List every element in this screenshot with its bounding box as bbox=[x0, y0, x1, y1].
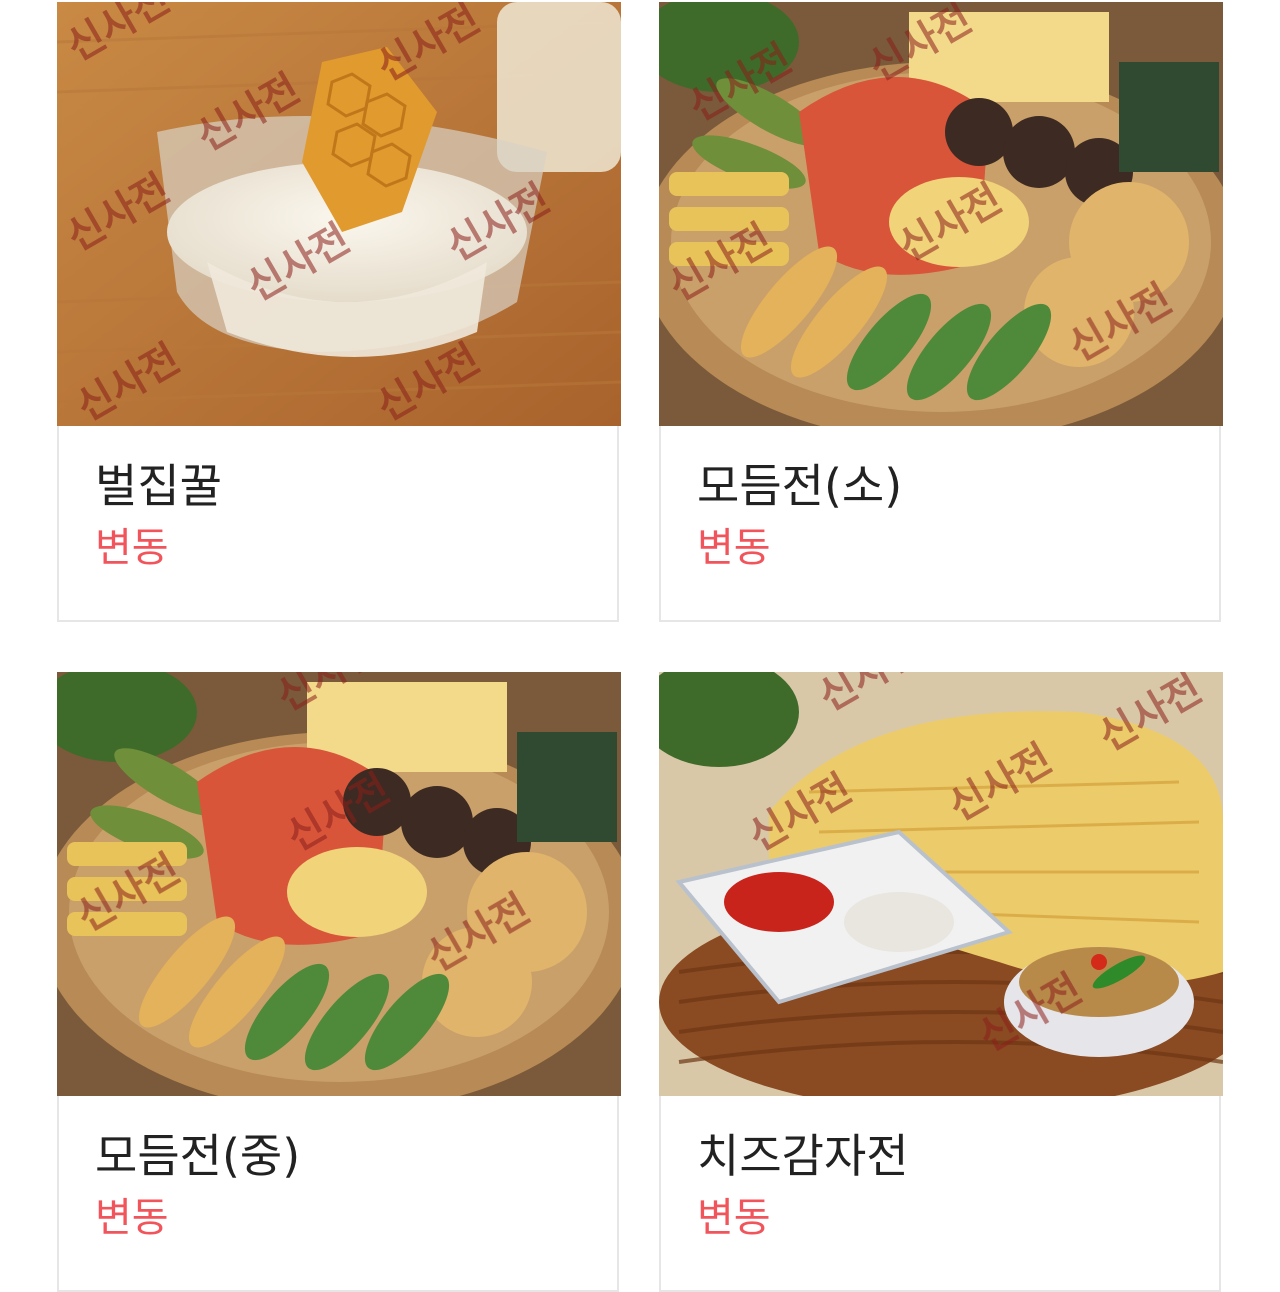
menu-item-price: 변동 bbox=[697, 1195, 771, 1241]
menu-item-price: 변동 bbox=[95, 525, 169, 571]
menu-item-name: 치즈감자전 bbox=[697, 1129, 909, 1183]
menu-card-info: 모듬전(중) 변동 bbox=[95, 1126, 597, 1244]
menu-item-name: 벌집꿀 bbox=[95, 459, 222, 513]
assorted-jeon-platter-photo: 신사전 신사전 신사전 신사전 신사전 bbox=[659, 2, 1223, 426]
menu-item-name: 모듬전(소) bbox=[697, 459, 903, 513]
menu-grid: 신사전 신사전 신사전 신사전 신사전 신사전 신사전 신사전 벌집꿀 변동 신… bbox=[0, 0, 1280, 1292]
menu-card-assorted-medium[interactable]: 신사전 신사전 신사전 신사전 모듬전(중) 변동 bbox=[57, 672, 621, 1292]
menu-item-name: 모듬전(중) bbox=[95, 1129, 301, 1183]
honeycomb-milk-photo: 신사전 신사전 신사전 신사전 신사전 신사전 신사전 신사전 bbox=[57, 2, 621, 426]
assorted-jeon-platter-photo: 신사전 신사전 신사전 신사전 bbox=[57, 672, 621, 1096]
menu-card-honeycomb[interactable]: 신사전 신사전 신사전 신사전 신사전 신사전 신사전 신사전 벌집꿀 변동 bbox=[57, 2, 621, 622]
menu-card-cheese-potato[interactable]: 신사전 신사전 신사전 신사전 신사전 치즈감자전 변동 bbox=[659, 672, 1223, 1292]
cheese-potato-pancake-photo: 신사전 신사전 신사전 신사전 신사전 bbox=[659, 672, 1223, 1096]
menu-card-assorted-small[interactable]: 신사전 신사전 신사전 신사전 신사전 모듬전(소) 변동 bbox=[659, 2, 1223, 622]
menu-card-info: 모듬전(소) 변동 bbox=[697, 456, 1199, 574]
menu-item-price: 변동 bbox=[697, 525, 771, 571]
menu-item-price: 변동 bbox=[95, 1195, 169, 1241]
menu-card-info: 벌집꿀 변동 bbox=[95, 456, 597, 574]
menu-card-info: 치즈감자전 변동 bbox=[697, 1126, 1199, 1244]
